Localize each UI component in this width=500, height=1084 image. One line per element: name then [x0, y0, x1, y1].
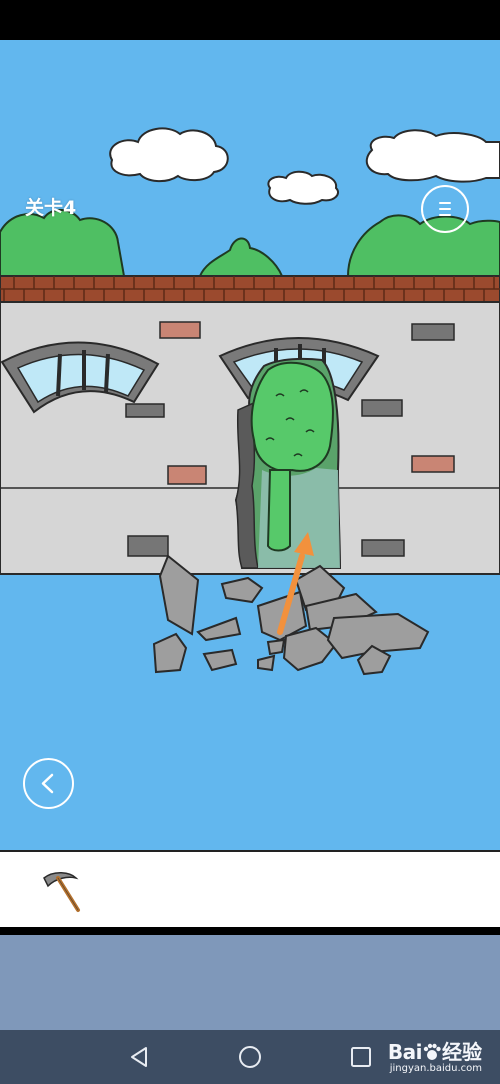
triangle-back-icon — [131, 1047, 147, 1067]
chevron-left-icon — [41, 773, 54, 794]
tree-trunk — [266, 469, 291, 552]
nav-recents-button[interactable] — [344, 1040, 378, 1074]
cloud-left — [109, 127, 229, 182]
pickaxe-icon — [43, 872, 80, 912]
cloud-right — [365, 129, 500, 183]
game-scene[interactable]: 关卡4 — [0, 40, 500, 850]
cloud-middle — [267, 170, 340, 205]
inventory-bar — [0, 850, 500, 927]
bush-right — [346, 214, 500, 277]
watermark-brand: Bai — [387, 1040, 423, 1064]
inventory-slot-pickaxe[interactable] — [34, 864, 90, 920]
watermark-url: jingyan.baidu.com — [389, 1063, 482, 1074]
background-band — [0, 935, 500, 1030]
square-recents-icon — [351, 1047, 371, 1067]
wall-hole — [234, 357, 342, 569]
tree-canopy — [250, 361, 334, 472]
watermark-suffix: 经验 — [442, 1040, 482, 1064]
bush-middle — [198, 237, 284, 277]
menu-button[interactable] — [421, 185, 469, 233]
paw-icon — [423, 1043, 441, 1060]
scene-illustration — [0, 127, 500, 676]
nav-back-button[interactable] — [122, 1040, 156, 1074]
back-button[interactable] — [23, 758, 74, 809]
level-label: 关卡4 — [25, 197, 77, 219]
watermark: Bai 经验 jingyan.baidu.com — [388, 1036, 482, 1074]
circle-home-icon — [239, 1046, 261, 1068]
nav-home-button[interactable] — [233, 1040, 267, 1074]
status-bar — [0, 0, 500, 40]
